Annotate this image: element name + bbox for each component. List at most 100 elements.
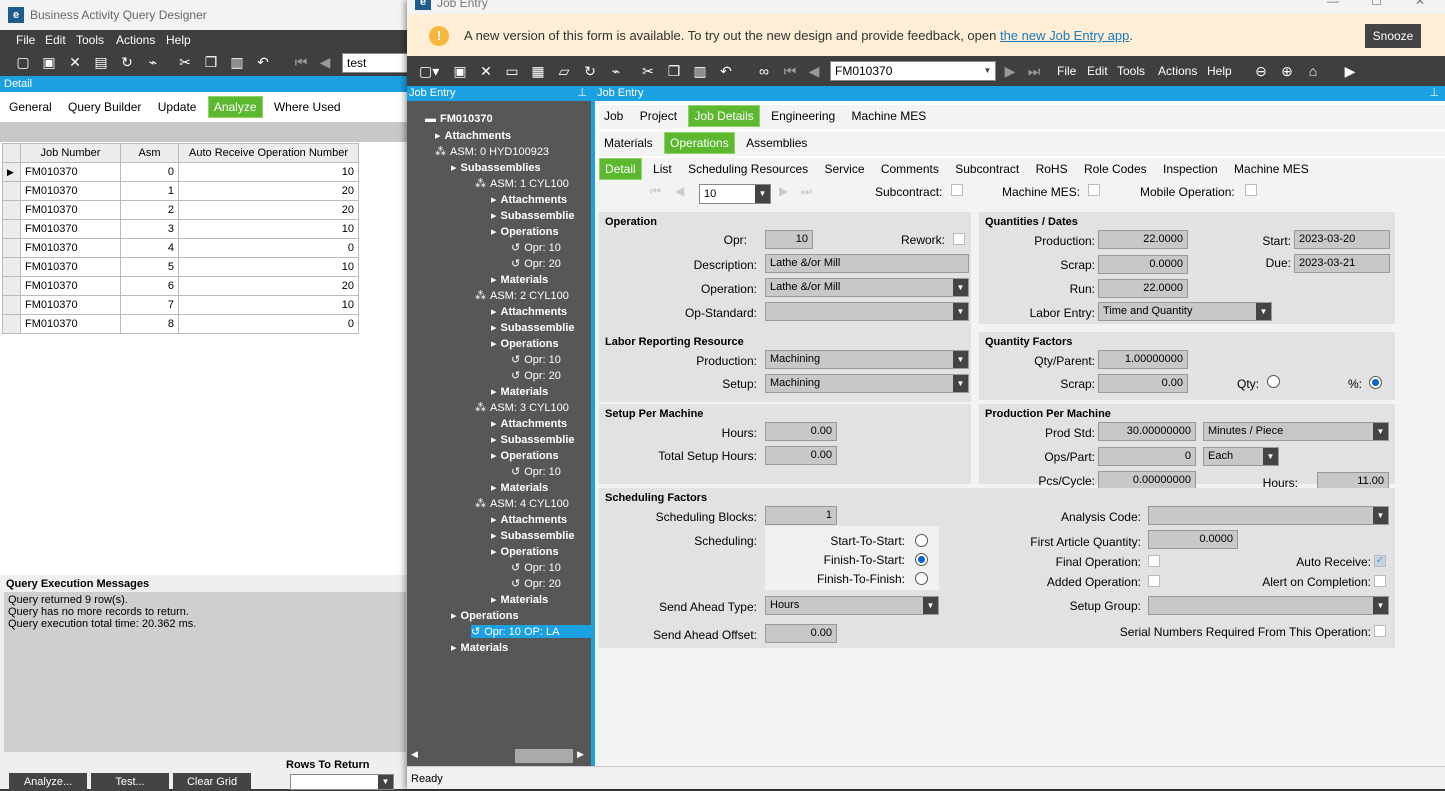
book-icon[interactable]: ▭ xyxy=(503,62,521,80)
tree-node[interactable]: ▸ Operations xyxy=(491,225,559,238)
cell-asm[interactable]: 0 xyxy=(120,162,179,182)
operation-icon[interactable]: ↺ xyxy=(471,626,480,638)
cell-auto-receive[interactable]: 0 xyxy=(178,238,359,258)
tab-subcontract[interactable]: Subcontract xyxy=(950,159,1024,179)
menu-tools[interactable]: Tools xyxy=(76,33,104,47)
expand-arrow-icon[interactable]: ▸ xyxy=(491,210,497,222)
expand-arrow-icon[interactable]: ▸ xyxy=(451,642,457,654)
expand-arrow-icon[interactable]: ▸ xyxy=(491,194,497,206)
expand-arrow-icon[interactable]: ▸ xyxy=(491,482,497,494)
expand-arrow-icon[interactable]: ▸ xyxy=(491,530,497,542)
assembly-icon[interactable]: ⁂ xyxy=(475,402,486,414)
analysis-code-select[interactable]: ▼ xyxy=(1148,506,1389,525)
assembly-icon[interactable]: ⁂ xyxy=(435,146,446,158)
pct-radio[interactable] xyxy=(1369,376,1382,389)
first-record-icon[interactable]: ⏮ xyxy=(292,53,310,71)
new-job-entry-link[interactable]: the new Job Entry app xyxy=(1000,28,1129,43)
tab-list[interactable]: List xyxy=(648,159,677,179)
row-selector[interactable] xyxy=(2,276,21,296)
tree-node[interactable]: ↺ Opr: 10 xyxy=(511,465,561,478)
rows-to-return-select[interactable]: ▼ xyxy=(290,774,394,790)
cell-job-number[interactable]: FM010370 xyxy=(20,314,121,334)
expand-arrow-icon[interactable]: ▸ xyxy=(491,434,497,446)
table-row[interactable]: FM010370 6 20 xyxy=(2,276,359,296)
tree-hscroll[interactable]: ◀ ▶ xyxy=(407,748,591,764)
cell-auto-receive[interactable]: 10 xyxy=(178,162,359,182)
pin-icon[interactable]: ⊥ xyxy=(1429,86,1439,99)
mobile-operation-checkbox[interactable] xyxy=(1245,184,1257,196)
cell-asm[interactable]: 5 xyxy=(120,257,179,277)
menu-file[interactable]: File xyxy=(1057,64,1076,78)
operation-icon[interactable]: ↺ xyxy=(511,354,520,366)
tab-scheduling-resources[interactable]: Scheduling Resources xyxy=(683,159,813,179)
table-row[interactable]: FM010370 2 20 xyxy=(2,200,359,220)
minimize-icon[interactable]: — xyxy=(1327,0,1339,8)
tab-where-used[interactable]: Where Used xyxy=(269,97,346,117)
added-operation-checkbox[interactable] xyxy=(1148,575,1160,587)
cell-auto-receive[interactable]: 20 xyxy=(178,276,359,296)
cell-job-number[interactable]: FM010370 xyxy=(20,257,121,277)
cell-asm[interactable]: 2 xyxy=(120,200,179,220)
row-selector[interactable] xyxy=(2,219,21,239)
start-to-start-radio[interactable] xyxy=(915,534,928,547)
menu-actions[interactable]: Actions xyxy=(1158,64,1197,78)
tab-engineering[interactable]: Engineering xyxy=(766,106,840,126)
tab-job[interactable]: Job xyxy=(599,106,628,126)
assembly-icon[interactable]: ⁂ xyxy=(475,178,486,190)
tree-node[interactable]: ⁂ ASM: 1 CYL100 xyxy=(475,177,569,190)
menu-help[interactable]: Help xyxy=(1207,64,1232,78)
tab-project[interactable]: Project xyxy=(635,106,682,126)
expand-arrow-icon[interactable]: ▸ xyxy=(491,546,497,558)
tree-node[interactable]: ▸ Attachments xyxy=(491,417,567,430)
send-ahead-type-select[interactable]: Hours ▼ xyxy=(765,596,939,615)
tab-operations[interactable]: Operations xyxy=(664,132,735,154)
tree-node[interactable]: ↺ Opr: 10 xyxy=(511,241,561,254)
ops-part-field[interactable]: 0 xyxy=(1098,447,1196,466)
rework-checkbox[interactable] xyxy=(953,233,965,245)
expand-arrow-icon[interactable]: ▸ xyxy=(491,274,497,286)
scrap-field[interactable]: 0.0000 xyxy=(1098,255,1188,274)
finish-to-start-radio[interactable] xyxy=(915,553,928,566)
analyze-button[interactable]: Analyze... xyxy=(9,773,87,791)
job-number-field[interactable]: FM010370 ▼ xyxy=(830,61,996,81)
next-op-icon[interactable]: ▶ xyxy=(779,184,788,198)
tree-node[interactable]: ▸ Materials xyxy=(491,385,548,398)
paste-icon[interactable]: ▥ xyxy=(228,53,246,71)
tree-node[interactable]: ▸ Subassemblie xyxy=(491,321,575,334)
expand-arrow-icon[interactable]: ▸ xyxy=(491,226,497,238)
clear-icon[interactable]: ▤ xyxy=(92,53,110,71)
finish-to-finish-radio[interactable] xyxy=(915,572,928,585)
cell-job-number[interactable]: FM010370 xyxy=(20,200,121,220)
final-operation-checkbox[interactable] xyxy=(1148,555,1160,567)
cell-job-number[interactable]: FM010370 xyxy=(20,219,121,239)
folder-icon[interactable]: ▬ xyxy=(425,113,436,125)
tree-node[interactable]: ▸ Materials xyxy=(491,273,548,286)
home-icon[interactable]: ⌂ xyxy=(1304,62,1322,80)
tree-node[interactable]: ▸ Attachments xyxy=(491,513,567,526)
machine-mes-checkbox[interactable] xyxy=(1088,184,1100,196)
auto-receive-checkbox[interactable]: ✓ xyxy=(1374,555,1386,567)
tree-node[interactable]: ▸ Operations xyxy=(491,337,559,350)
tab-query-builder[interactable]: Query Builder xyxy=(63,97,146,117)
last-record-icon[interactable]: ⏭ xyxy=(1025,62,1043,80)
setup-group-select[interactable]: ▼ xyxy=(1148,596,1389,615)
expand-arrow-icon[interactable]: ▸ xyxy=(491,450,497,462)
operation-icon[interactable]: ↺ xyxy=(511,258,520,270)
cell-asm[interactable]: 1 xyxy=(120,181,179,201)
row-selector[interactable] xyxy=(2,200,21,220)
tree-node[interactable]: ↺ Opr: 20 xyxy=(511,577,561,590)
expand-arrow-icon[interactable]: ▸ xyxy=(491,338,497,350)
expand-arrow-icon[interactable]: ▸ xyxy=(491,322,497,334)
total-setup-hours-field[interactable]: 0.00 xyxy=(765,446,837,465)
first-record-icon[interactable]: ⏮ xyxy=(781,62,799,80)
assembly-icon[interactable]: ⁂ xyxy=(475,498,486,510)
col-asm[interactable]: Asm xyxy=(120,143,179,163)
operation-icon[interactable]: ↺ xyxy=(511,242,520,254)
op-standard-select[interactable]: ▼ xyxy=(765,302,969,321)
first-op-icon[interactable]: ⏮ xyxy=(650,184,661,199)
tree-node[interactable]: ▸ Attachments xyxy=(435,129,511,142)
cell-job-number[interactable]: FM010370 xyxy=(20,276,121,296)
scroll-thumb[interactable] xyxy=(515,749,573,763)
col-auto-receive[interactable]: Auto Receive Operation Number xyxy=(178,143,359,163)
col-job-number[interactable]: Job Number xyxy=(20,143,121,163)
